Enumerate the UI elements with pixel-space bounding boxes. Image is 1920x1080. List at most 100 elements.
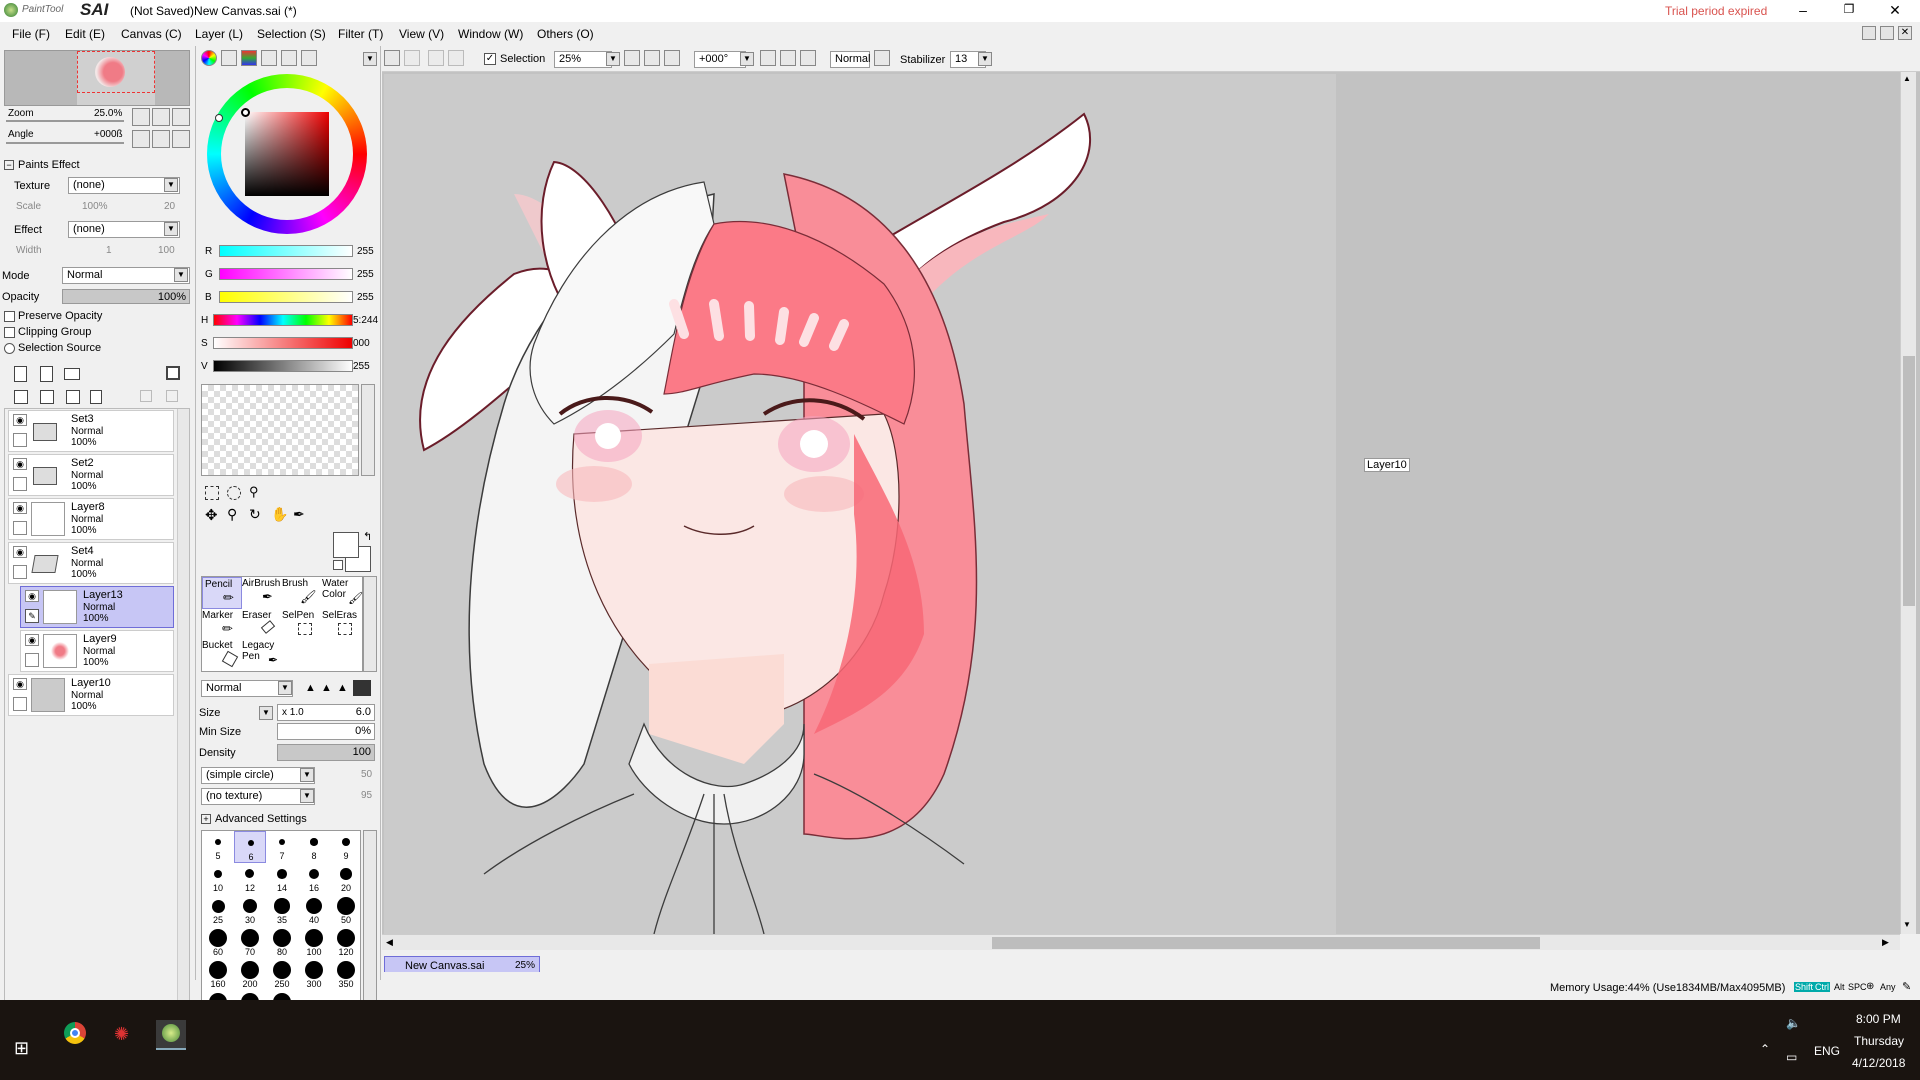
new-linework-layer-icon[interactable] [40, 366, 53, 382]
brush-edge-2-icon[interactable]: ▲ [321, 682, 332, 694]
opacity-slider[interactable]: 100% [62, 289, 190, 304]
h-slider[interactable] [213, 314, 353, 326]
tool-watercolor[interactable]: Water Color 🖌 [322, 577, 363, 609]
layer-list-scrollbar[interactable] [177, 409, 189, 1007]
canvas-angle-select[interactable]: +000° [694, 51, 746, 68]
blend-mode-select[interactable]: Normal [830, 51, 870, 68]
rotate-left-button[interactable] [132, 130, 150, 148]
hscroll-left-icon[interactable]: ◀ [386, 937, 393, 948]
scratchpad-tab-icon[interactable] [301, 50, 317, 66]
flip-canvas-button[interactable] [874, 50, 890, 66]
brush-size-7[interactable]: 7 [266, 831, 298, 863]
brush-size-80[interactable]: 80 [266, 927, 298, 959]
close-icon[interactable]: ✕ [1880, 2, 1910, 19]
canvas-zoom-reset-button[interactable] [664, 50, 680, 66]
layer-checkbox[interactable] [13, 477, 27, 491]
clear-layer-icon[interactable] [66, 390, 80, 404]
tray-chevron-icon[interactable]: ⌃ [1760, 1042, 1770, 1056]
brush-size-100[interactable]: 100 [298, 927, 330, 959]
visibility-eye-icon[interactable]: ◉ [25, 634, 39, 646]
layer-checkbox[interactable] [13, 565, 27, 579]
vscroll-up-icon[interactable]: ▲ [1903, 74, 1911, 83]
eyedropper-icon[interactable]: ✒ [293, 506, 305, 523]
scratchpad[interactable] [201, 384, 359, 476]
size-slider[interactable]: x 1.0 6.0 [277, 704, 375, 721]
brush-mode-dropdown-icon[interactable]: ▼ [278, 681, 292, 695]
brush-size-5[interactable]: 5 [202, 831, 234, 863]
layer-checkbox[interactable] [25, 653, 39, 667]
brush-size-25[interactable]: 25 [202, 895, 234, 927]
mdi-close-icon[interactable]: ✕ [1898, 26, 1912, 40]
layer-extra-icon-2[interactable] [166, 390, 178, 402]
color-sv-square[interactable] [245, 112, 329, 196]
angle-slider[interactable] [6, 142, 124, 144]
swap-colors-icon[interactable]: ↰ [363, 530, 372, 543]
brush-edge-1-icon[interactable]: ▲ [305, 682, 316, 694]
brush-size-40[interactable]: 40 [298, 895, 330, 927]
merge-down-icon[interactable] [40, 390, 54, 404]
brush-size-200[interactable]: 200 [234, 959, 266, 991]
brush-shape-select[interactable]: (simple circle) [201, 767, 315, 784]
layer-row-layer10[interactable]: ◉ Layer10 Normal 100% [8, 674, 174, 716]
layer-checkbox[interactable] [13, 433, 27, 447]
new-layer-icon[interactable] [14, 366, 27, 382]
brush-texture-dropdown-icon[interactable]: ▼ [300, 789, 314, 803]
color-wheel[interactable] [207, 74, 367, 234]
rotate-right-button[interactable] [152, 130, 170, 148]
mode-select[interactable]: Normal [62, 267, 190, 284]
visibility-eye-icon[interactable]: ◉ [13, 502, 27, 514]
layer-checkbox[interactable] [13, 521, 27, 535]
canvas-hscrollbar[interactable]: ◀ ▶ [382, 934, 1900, 950]
redo-button[interactable] [404, 50, 420, 66]
brush-size-60[interactable]: 60 [202, 927, 234, 959]
lasso-icon[interactable] [227, 486, 241, 500]
layer-row-set2[interactable]: ◉ Set2 Normal 100% [8, 454, 174, 496]
hscroll-thumb[interactable] [992, 937, 1540, 949]
canvas-zoom-out-button[interactable] [624, 50, 640, 66]
zoom-reset-button[interactable] [172, 108, 190, 126]
transparent-color-icon[interactable] [333, 560, 343, 570]
menu-window[interactable]: Window (W) [458, 27, 523, 41]
canvas-rotate-right-button[interactable] [780, 50, 796, 66]
tool-marker[interactable]: Marker ✏ [202, 609, 242, 641]
minimize-icon[interactable]: – [1788, 2, 1818, 18]
layer-row-layer13[interactable]: ◉ ✎ Layer13 Normal 100% [20, 586, 174, 628]
brush-size-350[interactable]: 350 [330, 959, 362, 991]
foreground-color-swatch[interactable] [333, 532, 359, 558]
texture-dropdown-icon[interactable]: ▼ [164, 178, 178, 192]
brush-size-120[interactable]: 120 [330, 927, 362, 959]
v-slider[interactable] [213, 360, 353, 372]
brush-texture-select[interactable]: (no texture) [201, 788, 315, 805]
vscroll-thumb[interactable] [1903, 356, 1915, 606]
expand-icon[interactable]: + [201, 814, 211, 824]
tool-selpen[interactable]: SelPen [282, 609, 322, 641]
s-slider[interactable] [213, 337, 353, 349]
clock-time[interactable]: 8:00 PM [1856, 1012, 1901, 1026]
transfer-down-icon[interactable] [14, 390, 28, 404]
brush-lock-icon[interactable]: ✎ [25, 609, 39, 623]
brush-size-300[interactable]: 300 [298, 959, 330, 991]
layer-extra-icon-1[interactable] [140, 390, 152, 402]
app-taskbar-icon[interactable]: ✺ [114, 1024, 129, 1045]
canvas-zoom-dropdown-icon[interactable]: ▼ [606, 52, 620, 66]
user-color-tab-icon[interactable] [281, 50, 297, 66]
menu-filter[interactable]: Filter (T) [338, 27, 383, 41]
clock-day[interactable]: Thursday [1854, 1034, 1904, 1048]
brush-size-8[interactable]: 8 [298, 831, 330, 863]
clipping-group-checkbox[interactable] [4, 327, 15, 338]
magic-wand-icon[interactable]: ⚲ [249, 484, 259, 500]
restore-icon[interactable]: ❐ [1834, 2, 1864, 16]
menu-others[interactable]: Others (O) [537, 27, 594, 41]
g-slider[interactable] [219, 268, 353, 280]
visibility-eye-icon[interactable]: ◉ [13, 546, 27, 558]
deselect-button[interactable] [428, 50, 444, 66]
visibility-eye-icon[interactable]: ◉ [13, 678, 27, 690]
canvas-rotate-left-button[interactable] [760, 50, 776, 66]
navigator-preview[interactable] [4, 50, 190, 106]
sai-taskbar-icon[interactable] [156, 1020, 186, 1050]
canvas-rotate-reset-button[interactable] [800, 50, 816, 66]
tool-legacy-pen[interactable]: Legacy Pen ✒ [242, 639, 282, 671]
tool-brush[interactable]: Brush 🖌 [282, 577, 322, 609]
hand-tool-icon[interactable]: ✋ [271, 506, 288, 523]
canvas-vscrollbar[interactable]: ▲ ▼ [1900, 72, 1916, 934]
